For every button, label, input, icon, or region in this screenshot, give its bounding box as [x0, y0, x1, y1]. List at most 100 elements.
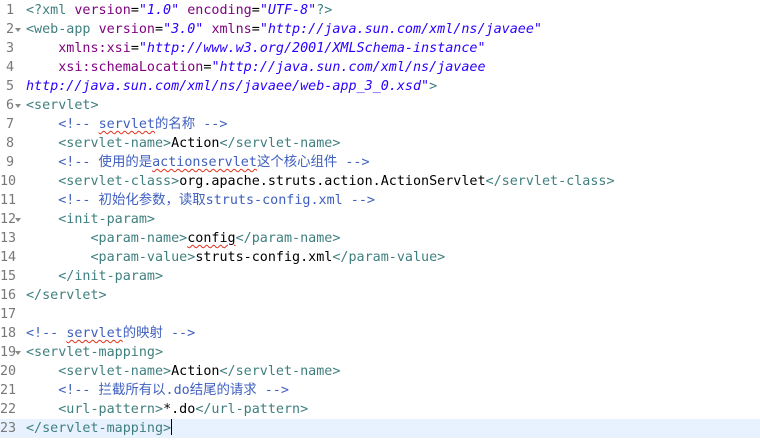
code-content[interactable]: </servlet-mapping>	[26, 419, 173, 438]
xml-tag: <servlet-name>	[58, 136, 172, 151]
xml-tag: </servlet-mapping>	[26, 421, 172, 436]
code-line[interactable]: 20 <servlet-name>Action</servlet-name>	[0, 362, 760, 381]
code-line[interactable]: 13 <param-name>config</param-name>	[0, 229, 760, 248]
line-number: 10	[0, 174, 17, 189]
code-content[interactable]: <!-- servlet的映射 -->	[26, 324, 195, 343]
code-content[interactable]: <param-name>config</param-name>	[26, 229, 341, 248]
xml-comment: <!--	[26, 326, 67, 341]
xml-tag: </param-name>	[235, 231, 341, 246]
code-content[interactable]: <servlet-name>Action</servlet-name>	[26, 362, 340, 381]
code-line[interactable]: 8 <servlet-name>Action</servlet-name>	[0, 134, 760, 153]
code-content[interactable]: <servlet-class>org.apache.struts.action.…	[26, 172, 614, 191]
code-line[interactable]: 22 <url-pattern>*.do</url-pattern>	[0, 400, 760, 419]
code-content[interactable]: <!-- 初始化参数，读取struts-config.xml -->	[26, 191, 375, 210]
code-content[interactable]: <init-param>	[26, 210, 155, 229]
xml-code-editor[interactable]: 1 <?xml version="1.0" encoding="UTF-8"?> 2…	[0, 0, 760, 444]
code-line[interactable]: 16 </servlet>	[0, 286, 760, 305]
code-content[interactable]: <servlet-name>Action</servlet-name>	[26, 134, 340, 153]
code-content[interactable]: http://java.sun.com/xml/ns/javaee/web-ap…	[26, 77, 437, 96]
code-line[interactable]: 15 </init-param>	[0, 267, 760, 286]
xml-tag: </servlet>	[26, 288, 107, 303]
code-line[interactable]: 19 <servlet-mapping>	[0, 343, 760, 362]
code-line[interactable]: 5 http://java.sun.com/xml/ns/javaee/web-a…	[0, 77, 760, 96]
code-content[interactable]: <url-pattern>*.do</url-pattern>	[26, 400, 308, 419]
xml-comment: 这个核心组件 -->	[256, 155, 370, 170]
code-content[interactable]: <servlet>	[26, 96, 99, 115]
line-number: 7	[5, 117, 14, 132]
line-number: 20	[0, 364, 17, 379]
xml-attribute-value: http://java.sun.com/xml/ns/javaee/web-ap…	[26, 79, 430, 94]
code-line[interactable]: 10 <servlet-class>org.apache.struts.acti…	[0, 172, 760, 191]
fold-toggle-icon[interactable]	[14, 96, 24, 115]
xml-tag: </servlet-name>	[219, 136, 341, 151]
code-content[interactable]: <!-- 拦截所有以.do结尾的请求 -->	[26, 381, 289, 400]
code-line[interactable]: 6 <servlet>	[0, 96, 760, 115]
xml-text: struts-config.xml	[195, 250, 333, 265]
code-line[interactable]: 2 <web-app version="3.0" xmlns="http://ja…	[0, 20, 760, 39]
fold-toggle-icon[interactable]	[14, 343, 24, 362]
line-number: 1	[5, 3, 14, 18]
line-number: 3	[5, 41, 14, 56]
line-number: 9	[5, 155, 14, 170]
xml-tag: <url-pattern>	[58, 402, 164, 417]
line-number: 8	[5, 136, 14, 151]
code-content[interactable]: <?xml version="1.0" encoding="UTF-8"?>	[26, 1, 332, 20]
code-content[interactable]: xmlns:xsi="http://www.w3.org/2001/XMLSch…	[26, 39, 485, 58]
xml-comment: servlet	[98, 117, 155, 132]
xml-tag: <servlet-name>	[58, 364, 172, 379]
code-content[interactable]: xsi:schemaLocation="http://java.sun.com/…	[26, 58, 485, 77]
xml-text: =	[130, 41, 139, 56]
xml-comment: <!-- 使用的是	[58, 155, 153, 170]
code-line[interactable]: 23 </servlet-mapping>	[0, 419, 760, 438]
code-content[interactable]: <servlet-mapping>	[26, 343, 163, 362]
xml-text: *.do	[163, 402, 196, 417]
fold-toggle-icon[interactable]	[14, 210, 24, 229]
xml-attribute-value: "3.0"	[163, 22, 204, 37]
fold-toggle-icon[interactable]	[14, 20, 24, 39]
code-line[interactable]: 4 xsi:schemaLocation="http://java.sun.co…	[0, 58, 760, 77]
xml-tag: >	[429, 79, 438, 94]
code-content[interactable]: </servlet>	[26, 286, 107, 305]
line-number: 14	[0, 250, 17, 265]
xml-comment: servlet	[66, 326, 123, 341]
code-content[interactable]: <web-app version="3.0" xmlns="http://jav…	[26, 20, 542, 39]
code-line[interactable]: 9 <!-- 使用的是actionservlet这个核心组件 -->	[0, 153, 760, 172]
xml-attribute: xmlns:xsi	[58, 41, 131, 56]
xml-tag: <?xml	[26, 3, 75, 18]
xml-attribute-value: "http://java.sun.com/xml/ns/javaee"	[259, 22, 542, 37]
code-line[interactable]: 3 xmlns:xsi="http://www.w3.org/2001/XMLS…	[0, 39, 760, 58]
line-number: 11	[0, 193, 17, 208]
xml-attribute: encoding	[187, 3, 252, 18]
line-number: 5	[5, 79, 14, 94]
xml-text: config	[187, 231, 236, 246]
code-content[interactable]: <param-value>struts-config.xml</param-va…	[26, 248, 446, 267]
code-line[interactable]: 21 <!-- 拦截所有以.do结尾的请求 -->	[0, 381, 760, 400]
code-line[interactable]: 18 <!-- servlet的映射 -->	[0, 324, 760, 343]
code-line[interactable]: 14 <param-value>struts-config.xml</param…	[0, 248, 760, 267]
code-line[interactable]: 7 <!-- servlet的名称 -->	[0, 115, 760, 134]
xml-tag: ?>	[316, 3, 333, 18]
xml-text: Action	[171, 136, 220, 151]
xml-tag: <servlet-mapping>	[26, 345, 164, 360]
line-number: 15	[0, 269, 17, 284]
code-line[interactable]: 1 <?xml version="1.0" encoding="UTF-8"?>	[0, 1, 760, 20]
line-number: 4	[5, 60, 14, 75]
code-line[interactable]: 11 <!-- 初始化参数，读取struts-config.xml -->	[0, 191, 760, 210]
code-content[interactable]: <!-- 使用的是actionservlet这个核心组件 -->	[26, 153, 370, 172]
xml-tag: <param-value>	[90, 250, 196, 265]
line-number: 6	[5, 98, 14, 113]
code-line[interactable]: 12 <init-param>	[0, 210, 760, 229]
code-content[interactable]: </init-param>	[26, 267, 163, 286]
code-line[interactable]: 17	[0, 305, 760, 324]
line-number: 2	[5, 22, 14, 37]
line-number: 23	[0, 421, 17, 436]
code-content[interactable]: <!-- servlet的名称 -->	[26, 115, 227, 134]
